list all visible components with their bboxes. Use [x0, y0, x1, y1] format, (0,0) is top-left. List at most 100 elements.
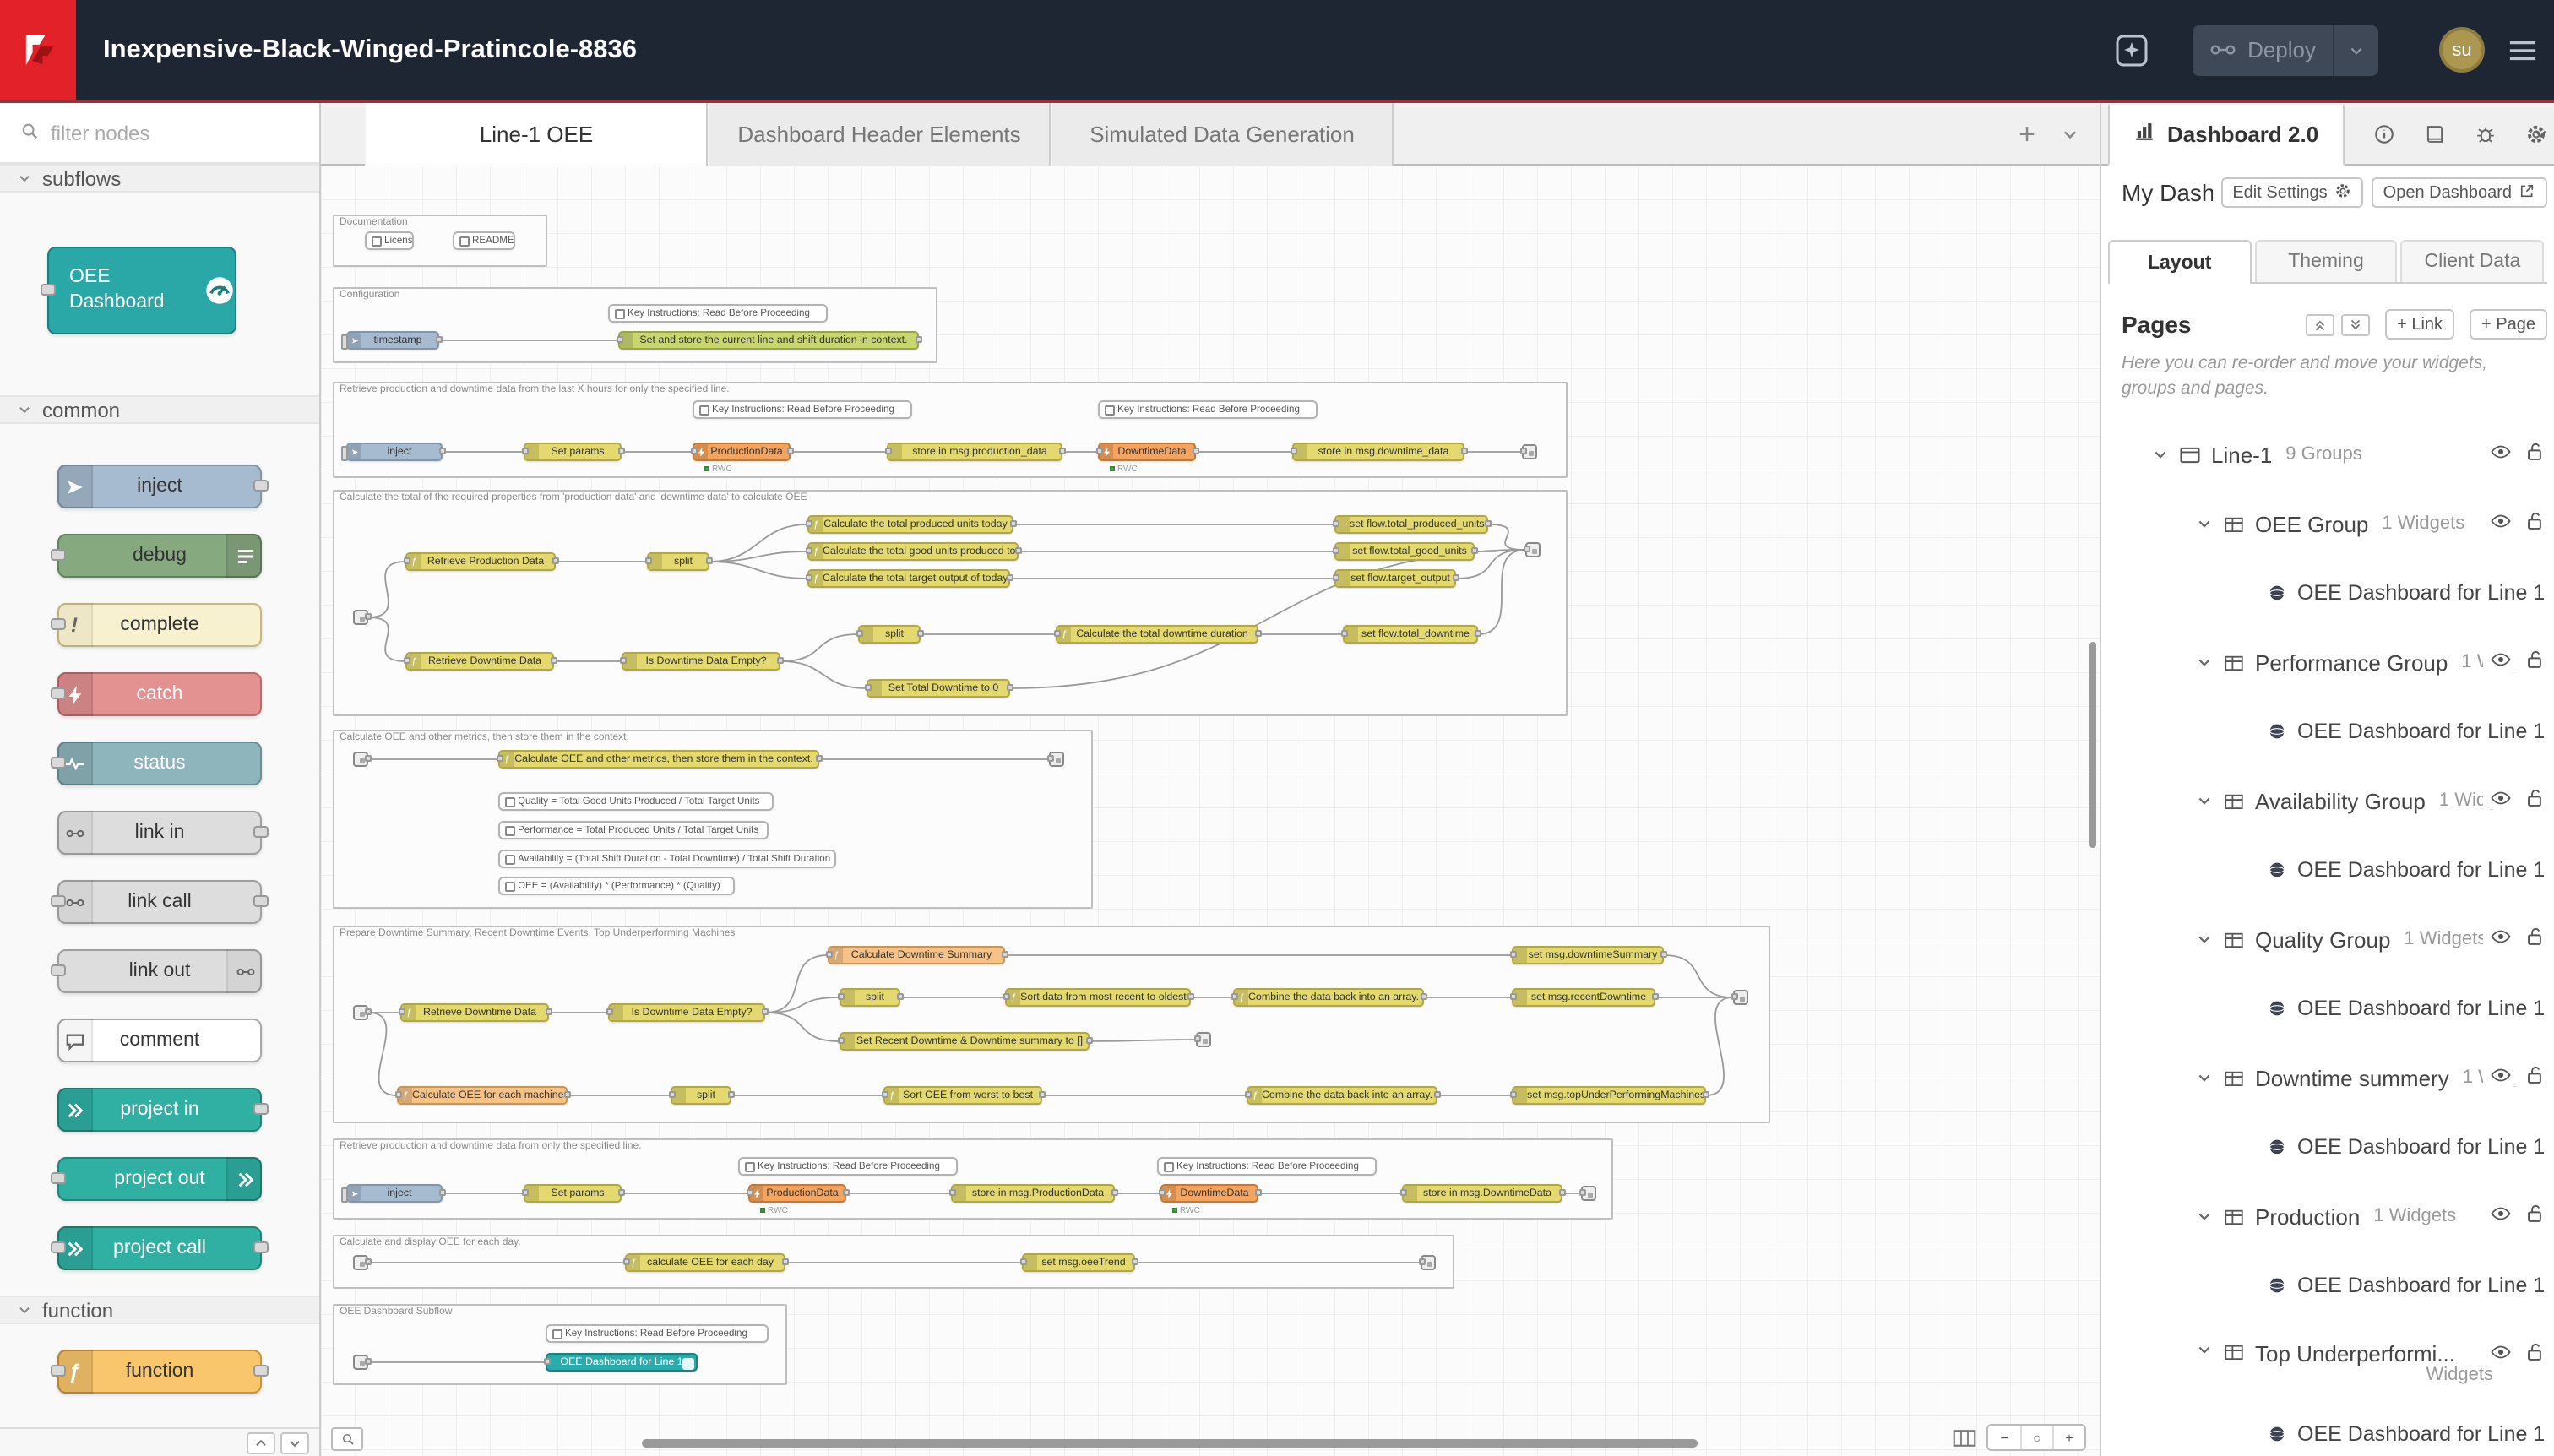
chevron-down-icon[interactable] [2196, 654, 2213, 671]
flow-node-productiondata[interactable]: ProductionData [693, 443, 791, 461]
unlock-icon[interactable] [2525, 1064, 2547, 1086]
deploy-options-caret[interactable] [2333, 24, 2378, 75]
flow-link-out-node[interactable] [1581, 1186, 1596, 1201]
flow-node-calculate-the-total-target-output-of-today[interactable]: ƒCalculate the total target output of to… [807, 569, 1010, 588]
chevron-down-icon[interactable] [2196, 515, 2213, 532]
widget-row-oee-dashboard-for-line-1[interactable]: OEE Dashboard for Line 1 [2101, 990, 2554, 1027]
flow-list-caret[interactable] [2061, 103, 2079, 166]
eye-icon[interactable] [2490, 649, 2512, 671]
eye-icon[interactable] [2490, 926, 2512, 948]
flow-node-set-msg-downtimesummary[interactable]: set msg.downtimeSummary [1512, 946, 1664, 964]
flow-link-in-node[interactable] [353, 610, 368, 625]
inject-button[interactable] [340, 446, 347, 460]
chevron-down-icon[interactable] [2196, 792, 2213, 809]
flow-node-split[interactable]: split [671, 1086, 731, 1105]
chevron-down-icon[interactable] [2196, 1069, 2213, 1086]
flow-link-in-node[interactable] [353, 1255, 368, 1270]
unlock-icon[interactable] [2525, 1341, 2547, 1363]
widget-row-oee-dashboard-for-line-1[interactable]: OEE Dashboard for Line 1 [2101, 713, 2554, 750]
unlock-icon[interactable] [2525, 510, 2547, 532]
flow-link-in-node[interactable] [353, 1005, 368, 1020]
flow-node-is-downtime-data-empty[interactable]: Is Downtime Data Empty? [622, 652, 780, 671]
flow-comment-oee-availability-performance-quality[interactable]: OEE = (Availability) * (Performance) * (… [498, 877, 735, 895]
flow-node-calculate-oee-and-other-metrics-then-store[interactable]: ƒCalculate OEE and other metrics, then s… [498, 750, 819, 769]
vertical-scrollbar[interactable] [2089, 642, 2096, 848]
palette-search[interactable] [0, 103, 319, 164]
flow-node-split[interactable]: split [858, 625, 921, 644]
page-row-line-1[interactable]: Line-19 Groups [2101, 436, 2554, 473]
palette-node-complete[interactable]: !complete [57, 603, 262, 647]
flow-canvas[interactable]: DocumentationConfigurationRetrieve produ… [321, 166, 2100, 1456]
chevron-down-icon[interactable] [2196, 1341, 2213, 1358]
group-row-downtime-summery[interactable]: Downtime summery1 Widgets [2101, 1059, 2554, 1096]
menu-icon[interactable] [2508, 38, 2537, 62]
flow-link-out-node[interactable] [1049, 752, 1064, 767]
chevron-down-icon[interactable] [2196, 1208, 2213, 1225]
flow-node-calculate-the-total-good-units-produced-to[interactable]: ƒCalculate the total good units produced… [807, 542, 1019, 561]
group-row-oee-group[interactable]: OEE Group1 Widgets [2101, 505, 2554, 542]
unlock-icon[interactable] [2525, 441, 2547, 463]
flow-node-store-in-msg-downtime-data[interactable]: store in msg.downtime_data [1292, 443, 1464, 461]
user-avatar[interactable]: su [2439, 27, 2485, 73]
widget-row-oee-dashboard-for-line-1[interactable]: OEE Dashboard for Line 1 [2101, 1128, 2554, 1165]
eye-icon[interactable] [2490, 1064, 2512, 1086]
palette-node-link-call[interactable]: link call [57, 880, 262, 924]
palette-category-common[interactable]: common [0, 395, 319, 424]
palette-node-project-out[interactable]: project out [57, 1157, 262, 1201]
palette-node-oee-dashboard[interactable]: OEE Dashboard [47, 247, 236, 334]
widget-row-oee-dashboard-for-line-1[interactable]: OEE Dashboard for Line 1 [2101, 1267, 2554, 1304]
flow-link-in-node[interactable] [353, 1355, 368, 1370]
flow-node-set-flow-total-produced-units[interactable]: set flow.total_produced_units [1334, 515, 1488, 534]
flow-node-calculate-oee-for-each-machine[interactable]: ƒCalculate OEE for each machine [397, 1086, 568, 1105]
flow-node-downtimedata[interactable]: DowntimeData [1098, 443, 1196, 461]
flow-node-split[interactable]: split [647, 552, 709, 571]
unlock-icon[interactable] [2525, 649, 2547, 671]
group-row-quality-group[interactable]: Quality Group1 Widgets [2101, 921, 2554, 958]
group-row-top-underperformi[interactable]: Top Underperformi...1 Widgets [2101, 1336, 2554, 1390]
flow-node-is-downtime-data-empty[interactable]: Is Downtime Data Empty? [608, 1003, 765, 1022]
tab-simulated-data-generation[interactable]: Simulated Data Generation [1051, 103, 1394, 166]
flow-comment-key-instructions-read-before-proceeding[interactable]: Key Instructions: Read Before Proceeding [608, 304, 828, 323]
flow-node-set-params[interactable]: Set params [524, 443, 622, 461]
chevron-down-icon[interactable] [2196, 931, 2213, 948]
flow-node-downtimedata[interactable]: DowntimeData [1160, 1184, 1258, 1203]
palette-search-input[interactable] [51, 121, 270, 144]
palette-node-inject[interactable]: inject [57, 465, 262, 508]
horizontal-scrollbar[interactable] [642, 1439, 1698, 1448]
group-row-production[interactable]: Production1 Widgets [2101, 1198, 2554, 1235]
flow-node-store-in-msg-production-data[interactable]: store in msg.production_data [887, 443, 1062, 461]
palette-node-debug[interactable]: debug [57, 534, 262, 578]
flow-node-set-msg-topunderperformingmachines[interactable]: set msg.topUnderPerformingMachines [1512, 1086, 1706, 1105]
flow-link-out-node[interactable] [1196, 1032, 1211, 1047]
palette-node-project-call[interactable]: project call [57, 1226, 262, 1270]
flow-comment-key-instructions-read-before-proceeding[interactable]: Key Instructions: Read Before Proceeding [693, 400, 912, 419]
inject-button[interactable] [340, 1187, 347, 1202]
flow-comment-performance-total-produced-units-total-tar[interactable]: Performance = Total Produced Units / Tot… [498, 821, 769, 839]
group-row-performance-group[interactable]: Performance Group1 Widgets [2101, 644, 2554, 681]
flow-comment-license[interactable]: License [365, 231, 414, 250]
deploy-button[interactable]: Deploy [2192, 24, 2378, 75]
flow-comment-key-instructions-read-before-proceeding[interactable]: Key Instructions: Read Before Proceeding [1157, 1157, 1377, 1176]
canvas-search-button[interactable] [331, 1427, 363, 1451]
flow-node-set-msg-oeetrend[interactable]: set msg.oeeTrend [1022, 1253, 1135, 1272]
palette-category-subflows[interactable]: subflows [0, 164, 319, 193]
zoom-in-button[interactable]: + [2052, 1426, 2084, 1449]
flow-node-set-total-downtime-to-0[interactable]: Set Total Downtime to 0 [867, 679, 1010, 698]
tab-line-1-oee[interactable]: Line-1 OEE [365, 103, 708, 166]
flow-link-out-node[interactable] [1522, 444, 1537, 459]
eye-icon[interactable] [2490, 1203, 2512, 1225]
add-flow-button[interactable]: + [2019, 103, 2035, 166]
flow-comment-quality-total-good-units-produced-total-ta[interactable]: Quality = Total Good Units Produced / To… [498, 792, 774, 811]
group-row-availability-group[interactable]: Availability Group1 Widgets [2101, 782, 2554, 819]
flow-node-combine-the-data-back-into-an-array[interactable]: ƒCombine the data back into an array. [1233, 988, 1424, 1007]
flow-node-sort-data-from-most-recent-to-oldest[interactable]: ƒSort data from most recent to oldest [1005, 988, 1191, 1007]
flow-node-oee-dashboard-for-line-1[interactable]: OEE Dashboard for Line 1 [546, 1353, 698, 1372]
unlock-icon[interactable] [2525, 787, 2547, 809]
flow-link-out-node[interactable] [1525, 542, 1541, 557]
palette-node-catch[interactable]: catch [57, 672, 262, 716]
flow-node-productiondata[interactable]: ProductionData [748, 1184, 846, 1203]
palette-node-link-out[interactable]: link out [57, 949, 262, 993]
flow-node-set-recent-downtime-downtime-summary-to[interactable]: Set Recent Downtime & Downtime summary t… [840, 1032, 1090, 1051]
flow-node-set-flow-total-good-units[interactable]: set flow.total_good_units [1334, 542, 1475, 561]
eye-icon[interactable] [2490, 441, 2512, 463]
